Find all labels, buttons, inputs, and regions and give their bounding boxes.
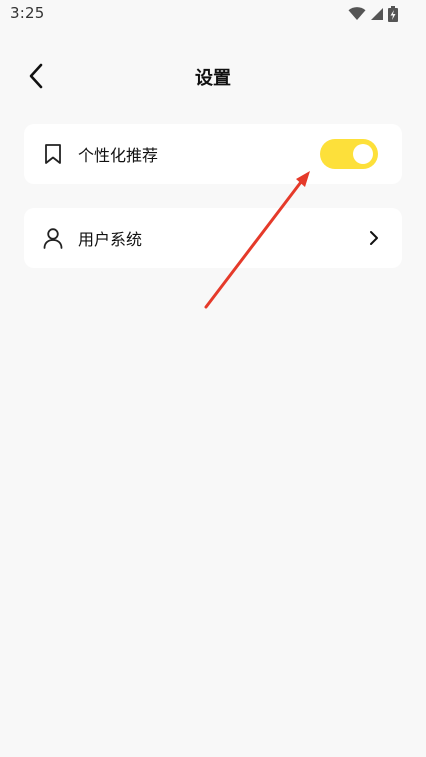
user-system-row[interactable]: 用户系统 xyxy=(24,208,402,268)
status-bar: 3:25 xyxy=(0,0,426,28)
toggle-knob xyxy=(353,144,373,164)
wifi-icon xyxy=(348,7,366,21)
personalized-recommendation-label: 个性化推荐 xyxy=(78,146,159,165)
page-title: 设置 xyxy=(195,68,231,89)
personalized-recommendation-row: 个性化推荐 xyxy=(24,124,402,184)
battery-charging-icon xyxy=(388,6,398,22)
status-time: 3:25 xyxy=(10,4,45,22)
user-icon xyxy=(42,227,64,249)
status-icons xyxy=(348,6,398,22)
annotation-arrow-icon xyxy=(204,171,310,309)
cellular-signal-icon xyxy=(370,7,384,21)
chevron-right-icon xyxy=(366,227,382,249)
header: 设置 xyxy=(0,50,426,104)
bookmark-icon xyxy=(42,143,64,165)
user-system-label: 用户系统 xyxy=(78,230,143,249)
personalized-recommendation-toggle[interactable] xyxy=(320,139,378,169)
